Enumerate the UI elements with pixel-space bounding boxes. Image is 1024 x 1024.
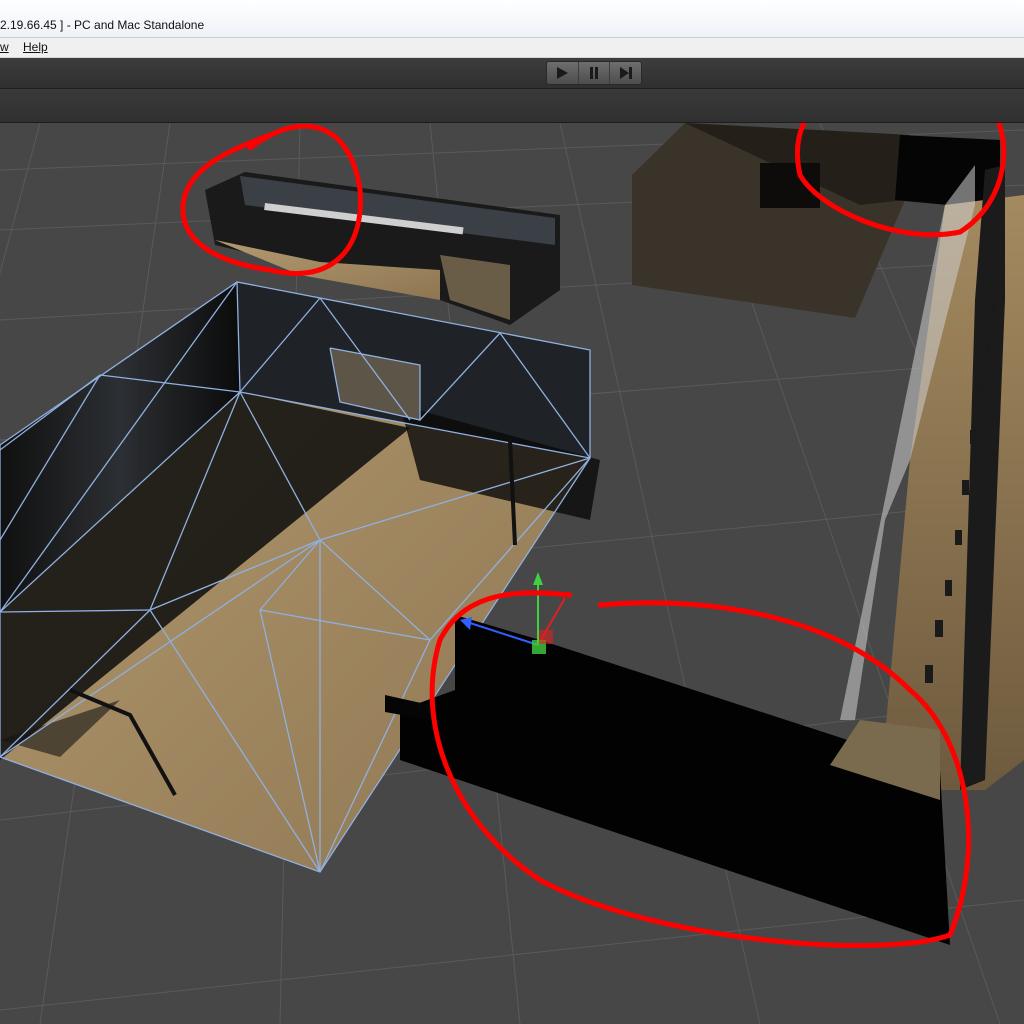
play-button[interactable] — [547, 62, 579, 84]
menu-bar: w Help — [0, 38, 1024, 58]
menu-item-help-label: Help — [23, 40, 48, 54]
black-floor-block — [385, 615, 950, 945]
step-button[interactable] — [610, 62, 641, 84]
menu-item-window-label: w — [0, 40, 9, 54]
menu-item-window[interactable]: w — [0, 40, 9, 54]
play-icon — [557, 67, 569, 79]
pause-icon — [590, 67, 598, 79]
menu-item-help[interactable]: Help — [23, 40, 48, 54]
window-title-bar: 2.19.66.45 ] - PC and Mac Standalone — [0, 0, 1024, 38]
pause-button[interactable] — [579, 62, 611, 84]
toolbar — [0, 58, 1024, 89]
scene-view-header — [0, 89, 1024, 123]
playback-controls — [546, 61, 642, 85]
window-title: 2.19.66.45 ] - PC and Mac Standalone — [0, 18, 205, 32]
step-icon — [619, 67, 632, 79]
scene-viewport[interactable] — [0, 123, 1024, 1024]
